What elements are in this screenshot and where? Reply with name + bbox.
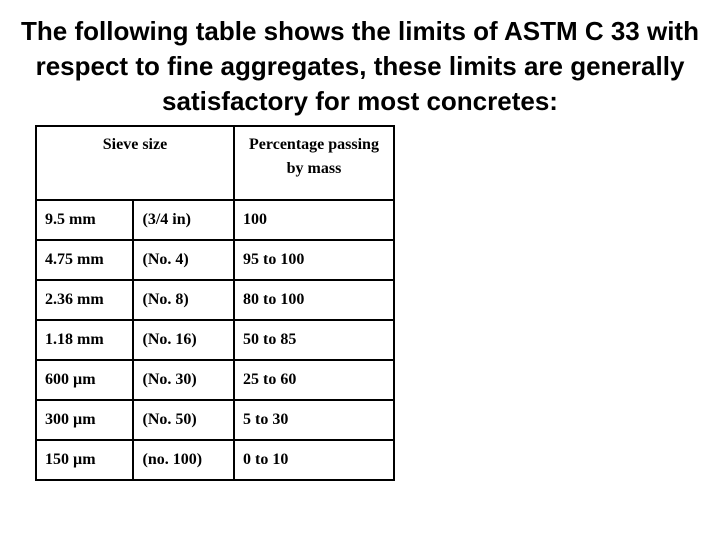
cell-passing: 25 to 60 [233, 359, 395, 401]
cell-passing: 0 to 10 [233, 439, 395, 481]
table-row: 150 µm (no. 100) 0 to 10 [34, 439, 395, 481]
table-row: 300 µm (No. 50) 5 to 30 [34, 399, 395, 441]
table-row: 600 µm (No. 30) 25 to 60 [34, 359, 395, 401]
cell-passing: 80 to 100 [233, 279, 395, 321]
cell-metric-size: 150 µm [34, 439, 135, 481]
table-row: 9.5 mm (3/4 in) 100 [34, 199, 395, 241]
table-row: 2.36 mm (No. 8) 80 to 100 [34, 279, 395, 321]
header-sieve-size: Sieve size [35, 125, 235, 201]
cell-us-size: (No. 4) [132, 239, 235, 281]
cell-passing: 50 to 85 [233, 319, 395, 361]
cell-metric-size: 1.18 mm [34, 319, 135, 361]
cell-us-size: (no. 100) [132, 439, 235, 481]
cell-passing: 5 to 30 [233, 399, 395, 441]
cell-us-size: (No. 16) [132, 319, 235, 361]
cell-us-size: (No. 8) [132, 279, 235, 321]
table-header-row: Sieve size Percentage passing by mass [35, 125, 395, 201]
cell-passing: 100 [233, 199, 395, 241]
cell-us-size: (No. 50) [132, 399, 235, 441]
cell-us-size: (No. 30) [132, 359, 235, 401]
cell-metric-size: 300 µm [34, 399, 135, 441]
header-percentage-passing: Percentage passing by mass [233, 125, 395, 201]
cell-metric-size: 9.5 mm [34, 199, 135, 241]
cell-metric-size: 4.75 mm [34, 239, 135, 281]
cell-us-size: (3/4 in) [132, 199, 235, 241]
sieve-limits-table: Sieve size Percentage passing by mass 9.… [34, 125, 395, 481]
cell-passing: 95 to 100 [233, 239, 395, 281]
table-row: 4.75 mm (No. 4) 95 to 100 [34, 239, 395, 281]
cell-metric-size: 600 µm [34, 359, 135, 401]
page-title: The following table shows the limits of … [21, 16, 699, 116]
cell-metric-size: 2.36 mm [34, 279, 135, 321]
table-row: 1.18 mm (No. 16) 50 to 85 [34, 319, 395, 361]
